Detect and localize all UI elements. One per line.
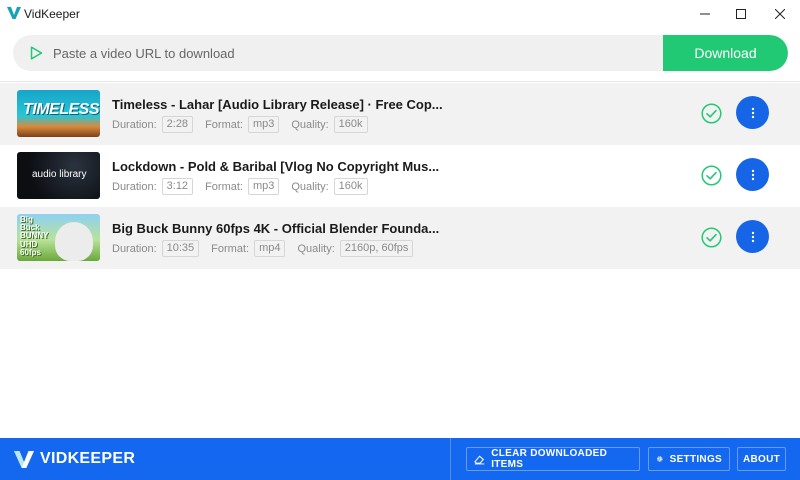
format-label: Format: bbox=[205, 118, 243, 131]
format-value: mp3 bbox=[247, 116, 280, 133]
vidkeeper-brand-icon bbox=[14, 451, 34, 468]
clear-downloaded-label: CLEAR DOWNLOADED ITEMS bbox=[491, 448, 608, 470]
duration-value: 3:12 bbox=[161, 178, 194, 195]
quality-label: Quality: bbox=[297, 242, 335, 255]
video-thumbnail: Big Buck BUNNY UHD 60fps bbox=[17, 214, 100, 261]
title-bar: VidKeeper bbox=[0, 0, 800, 28]
duration-label: Duration: bbox=[112, 180, 157, 193]
item-title: Timeless - Lahar [Audio Library Release]… bbox=[112, 97, 443, 112]
video-thumbnail: TIMELESS bbox=[17, 90, 100, 137]
duration-value: 10:35 bbox=[161, 240, 200, 257]
minimize-button[interactable] bbox=[686, 0, 724, 28]
duration-label: Duration: bbox=[112, 242, 157, 255]
list-item[interactable]: TIMELESS Timeless - Lahar [Audio Library… bbox=[0, 83, 800, 145]
url-input[interactable] bbox=[53, 35, 653, 71]
video-thumbnail: audio library bbox=[17, 152, 100, 199]
more-vertical-icon bbox=[751, 107, 754, 118]
vidkeeper-logo-icon bbox=[7, 7, 21, 19]
about-button[interactable]: ABOUT bbox=[737, 447, 786, 471]
item-meta: Duration: 10:35 Format: mp4 Quality: 216… bbox=[112, 240, 425, 257]
item-meta: Duration: 3:12 Format: mp3 Quality: 160k bbox=[112, 178, 380, 195]
item-meta: Duration: 2:28 Format: mp3 Quality: 160k bbox=[112, 116, 380, 133]
more-vertical-icon bbox=[751, 169, 754, 180]
thumbnail-text-bottom: UHD 60fps bbox=[20, 240, 41, 257]
maximize-button[interactable] bbox=[722, 0, 760, 28]
duration-value: 2:28 bbox=[161, 116, 194, 133]
play-icon bbox=[30, 46, 43, 60]
quality-label: Quality: bbox=[291, 180, 329, 193]
footer-bar: VIDKEEPER CLEAR DOWNLOADED ITEMS SETTING… bbox=[0, 438, 800, 480]
duration-label: Duration: bbox=[112, 118, 157, 131]
download-list: TIMELESS Timeless - Lahar [Audio Library… bbox=[0, 83, 800, 269]
more-options-button[interactable] bbox=[736, 220, 769, 253]
item-title: Lockdown - Pold & Baribal [Vlog No Copyr… bbox=[112, 159, 440, 174]
close-button[interactable] bbox=[761, 0, 799, 28]
download-button[interactable]: Download bbox=[663, 35, 788, 71]
maximize-icon bbox=[736, 9, 746, 19]
quality-value: 160k bbox=[333, 178, 368, 195]
thumbnail-text-top: Big Buck BUNNY bbox=[20, 215, 49, 240]
settings-label: SETTINGS bbox=[669, 453, 722, 465]
more-options-button[interactable] bbox=[736, 96, 769, 129]
format-value: mp3 bbox=[247, 178, 280, 195]
brand-name: VIDKEEPER bbox=[40, 450, 136, 467]
format-label: Format: bbox=[205, 180, 243, 193]
item-title: Big Buck Bunny 60fps 4K - Official Blend… bbox=[112, 221, 440, 236]
window-title: VidKeeper bbox=[24, 7, 80, 21]
check-circle-icon bbox=[701, 103, 722, 124]
clear-downloaded-button[interactable]: CLEAR DOWNLOADED ITEMS bbox=[466, 447, 640, 471]
bunny-illustration bbox=[55, 222, 93, 261]
eraser-icon bbox=[474, 455, 485, 465]
thumbnail-text: audio library bbox=[32, 169, 87, 180]
gear-icon bbox=[657, 456, 663, 462]
quality-value: 160k bbox=[333, 116, 368, 133]
url-bar: Download bbox=[13, 35, 788, 71]
settings-button[interactable]: SETTINGS bbox=[648, 447, 730, 471]
minimize-icon bbox=[700, 13, 710, 15]
close-icon bbox=[775, 9, 785, 19]
format-label: Format: bbox=[211, 242, 250, 255]
quality-label: Quality: bbox=[291, 118, 329, 131]
thumbnail-text: TIMELESS bbox=[23, 101, 100, 118]
about-label: ABOUT bbox=[742, 453, 781, 465]
format-value: mp4 bbox=[254, 240, 286, 257]
quality-value: 2160p, 60fps bbox=[339, 240, 414, 257]
list-item[interactable]: audio library Lockdown - Pold & Baribal … bbox=[0, 145, 800, 207]
list-item[interactable]: Big Buck BUNNY UHD 60fps Big Buck Bunny … bbox=[0, 207, 800, 269]
check-circle-icon bbox=[701, 165, 722, 186]
check-circle-icon bbox=[701, 227, 722, 248]
more-vertical-icon bbox=[751, 231, 754, 242]
url-bar-area: Download bbox=[0, 28, 800, 82]
more-options-button[interactable] bbox=[736, 158, 769, 191]
footer-divider bbox=[450, 438, 451, 480]
